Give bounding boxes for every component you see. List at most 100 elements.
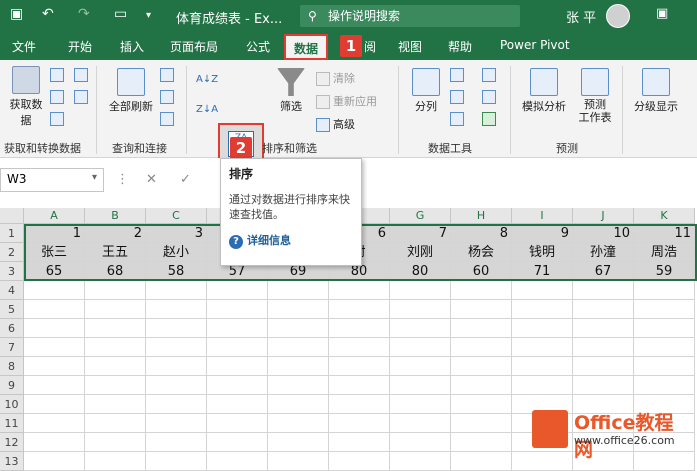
sort-ascending-icon[interactable]: A↓Z bbox=[196, 74, 218, 85]
tab-file[interactable]: 文件 bbox=[12, 38, 36, 55]
cell-f12[interactable] bbox=[329, 433, 390, 452]
column-header-b[interactable]: B bbox=[85, 208, 146, 224]
cell-a12[interactable] bbox=[24, 433, 85, 452]
cell-h2[interactable]: 杨会 bbox=[451, 243, 512, 262]
filter-button[interactable]: 筛选 bbox=[274, 68, 308, 114]
cell-h3[interactable]: 60 bbox=[451, 262, 512, 281]
cell-g9[interactable] bbox=[390, 376, 451, 395]
row-header-10[interactable]: 10 bbox=[0, 395, 24, 414]
row-header-13[interactable]: 13 bbox=[0, 452, 24, 471]
column-header-j[interactable]: J bbox=[573, 208, 634, 224]
tooltip-more-info-link[interactable]: ? 详细信息 bbox=[229, 232, 353, 249]
row-header-5[interactable]: 5 bbox=[0, 300, 24, 319]
cell-e13[interactable] bbox=[268, 452, 329, 471]
redo-icon[interactable]: ↷ bbox=[78, 6, 90, 22]
cell-d7[interactable] bbox=[207, 338, 268, 357]
cell-a5[interactable] bbox=[24, 300, 85, 319]
cell-k5[interactable] bbox=[634, 300, 695, 319]
cell-i13[interactable] bbox=[512, 452, 573, 471]
cell-a6[interactable] bbox=[24, 319, 85, 338]
cell-a10[interactable] bbox=[24, 395, 85, 414]
cell-j8[interactable] bbox=[573, 357, 634, 376]
cell-e12[interactable] bbox=[268, 433, 329, 452]
column-header-g[interactable]: G bbox=[390, 208, 451, 224]
consolidate-icon[interactable] bbox=[482, 68, 499, 82]
cell-b6[interactable] bbox=[85, 319, 146, 338]
cell-d8[interactable] bbox=[207, 357, 268, 376]
cell-e8[interactable] bbox=[268, 357, 329, 376]
advanced-button[interactable]: 高级 bbox=[316, 116, 355, 132]
cell-e6[interactable] bbox=[268, 319, 329, 338]
row-header-9[interactable]: 9 bbox=[0, 376, 24, 395]
from-table-icon[interactable] bbox=[50, 112, 67, 126]
row-header-3[interactable]: 3 bbox=[0, 262, 24, 281]
properties-icon[interactable] bbox=[160, 90, 177, 104]
cell-f9[interactable] bbox=[329, 376, 390, 395]
cell-c8[interactable] bbox=[146, 357, 207, 376]
tab-formulas[interactable]: 公式 bbox=[246, 38, 270, 55]
tab-view[interactable]: 视图 bbox=[398, 38, 422, 55]
tab-page-layout[interactable]: 页面布局 bbox=[170, 38, 218, 55]
cell-b3[interactable]: 68 bbox=[85, 262, 146, 281]
cell-k2[interactable]: 周浩 bbox=[634, 243, 695, 262]
search-input[interactable]: ⚲ 操作说明搜索 bbox=[300, 5, 520, 27]
cell-h1[interactable]: 8 bbox=[451, 224, 512, 243]
cell-a8[interactable] bbox=[24, 357, 85, 376]
reapply-button[interactable]: 重新应用 bbox=[316, 93, 377, 109]
cell-a4[interactable] bbox=[24, 281, 85, 300]
cell-e11[interactable] bbox=[268, 414, 329, 433]
cell-b13[interactable] bbox=[85, 452, 146, 471]
cell-k7[interactable] bbox=[634, 338, 695, 357]
cell-g5[interactable] bbox=[390, 300, 451, 319]
cell-d10[interactable] bbox=[207, 395, 268, 414]
save-icon[interactable]: ▣ bbox=[10, 6, 23, 22]
cell-k9[interactable] bbox=[634, 376, 695, 395]
cell-a7[interactable] bbox=[24, 338, 85, 357]
cell-f4[interactable] bbox=[329, 281, 390, 300]
forecast-sheet-button[interactable]: 预测 工作表 bbox=[574, 68, 616, 124]
cell-c10[interactable] bbox=[146, 395, 207, 414]
row-header-12[interactable]: 12 bbox=[0, 433, 24, 452]
cell-g7[interactable] bbox=[390, 338, 451, 357]
row-header-8[interactable]: 8 bbox=[0, 357, 24, 376]
cell-c6[interactable] bbox=[146, 319, 207, 338]
cell-i3[interactable]: 71 bbox=[512, 262, 573, 281]
row-header-4[interactable]: 4 bbox=[0, 281, 24, 300]
cell-j6[interactable] bbox=[573, 319, 634, 338]
cell-f6[interactable] bbox=[329, 319, 390, 338]
edit-links-icon[interactable] bbox=[160, 112, 177, 126]
avatar[interactable] bbox=[606, 4, 630, 28]
tab-insert[interactable]: 插入 bbox=[120, 38, 144, 55]
cell-e10[interactable] bbox=[268, 395, 329, 414]
cell-i4[interactable] bbox=[512, 281, 573, 300]
cell-g10[interactable] bbox=[390, 395, 451, 414]
row-header-7[interactable]: 7 bbox=[0, 338, 24, 357]
cell-f13[interactable] bbox=[329, 452, 390, 471]
cell-h9[interactable] bbox=[451, 376, 512, 395]
cell-a11[interactable] bbox=[24, 414, 85, 433]
cell-j9[interactable] bbox=[573, 376, 634, 395]
cell-e5[interactable] bbox=[268, 300, 329, 319]
cell-d5[interactable] bbox=[207, 300, 268, 319]
clear-button[interactable]: 清除 bbox=[316, 70, 355, 86]
cell-j5[interactable] bbox=[573, 300, 634, 319]
cell-b11[interactable] bbox=[85, 414, 146, 433]
get-data-button[interactable]: 获取数 据 bbox=[4, 66, 48, 128]
cell-d13[interactable] bbox=[207, 452, 268, 471]
user-name[interactable]: 张 平 bbox=[566, 7, 596, 26]
cell-i2[interactable]: 钱明 bbox=[512, 243, 573, 262]
column-header-a[interactable]: A bbox=[24, 208, 85, 224]
cell-k3[interactable]: 59 bbox=[634, 262, 695, 281]
cell-h4[interactable] bbox=[451, 281, 512, 300]
refresh-all-button[interactable]: 全部刷新 bbox=[104, 68, 158, 114]
cell-b4[interactable] bbox=[85, 281, 146, 300]
cell-b5[interactable] bbox=[85, 300, 146, 319]
tab-help[interactable]: 帮助 bbox=[448, 38, 472, 55]
cell-k8[interactable] bbox=[634, 357, 695, 376]
cell-k6[interactable] bbox=[634, 319, 695, 338]
cell-c2[interactable]: 赵小 bbox=[146, 243, 207, 262]
relationships-icon[interactable] bbox=[482, 90, 499, 104]
cell-c3[interactable]: 58 bbox=[146, 262, 207, 281]
cell-h13[interactable] bbox=[451, 452, 512, 471]
tab-data[interactable]: 数据 bbox=[284, 34, 329, 60]
